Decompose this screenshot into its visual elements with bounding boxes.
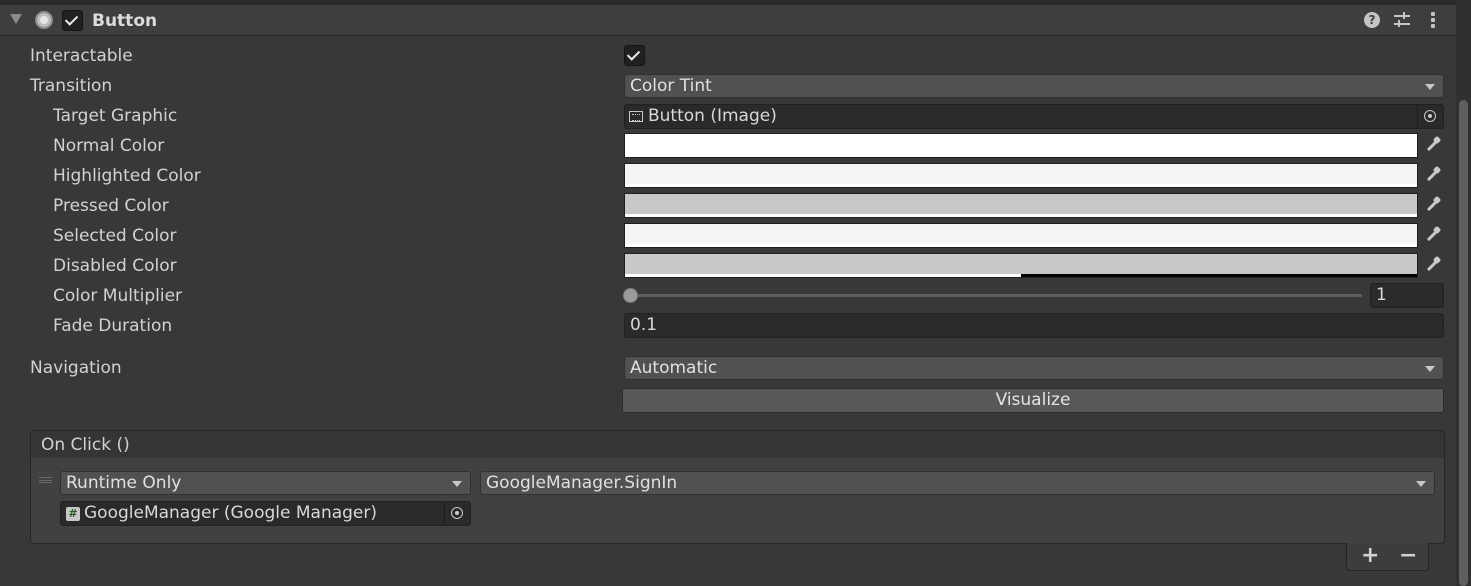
navigation-label: Navigation bbox=[30, 358, 122, 378]
event-target-value: GoogleManager (Google Manager) bbox=[84, 503, 378, 523]
component-header[interactable]: Button ? bbox=[0, 5, 1456, 36]
dropdown-arrow-icon bbox=[1416, 481, 1426, 487]
foldout-arrow-icon[interactable] bbox=[10, 14, 22, 24]
pressed-color-field[interactable] bbox=[624, 193, 1418, 218]
eyedropper-icon[interactable] bbox=[1420, 163, 1444, 188]
on-click-event-header: On Click () bbox=[30, 430, 1445, 459]
eyedropper-icon[interactable] bbox=[1420, 253, 1444, 278]
remove-event-button[interactable]: − bbox=[1399, 543, 1417, 569]
add-event-button[interactable]: + bbox=[1361, 543, 1379, 569]
on-click-title: On Click () bbox=[41, 435, 130, 455]
eyedropper-icon[interactable] bbox=[1420, 193, 1444, 218]
checkmark-icon bbox=[64, 12, 79, 26]
component-title: Button bbox=[92, 11, 158, 31]
alpha-bar bbox=[625, 214, 1417, 217]
event-target-object-field[interactable]: # GoogleManager (Google Manager) bbox=[60, 501, 471, 526]
target-graphic-value: Button (Image) bbox=[648, 106, 777, 126]
interactable-checkbox[interactable] bbox=[624, 45, 645, 66]
color-multiplier-label: Color Multiplier bbox=[53, 286, 183, 306]
navigation-dropdown[interactable]: Automatic bbox=[624, 356, 1444, 380]
visualize-button[interactable]: Visualize bbox=[622, 388, 1444, 413]
color-multiplier-slider-thumb[interactable] bbox=[623, 288, 638, 303]
dropdown-arrow-icon bbox=[1425, 84, 1435, 90]
button-component-icon bbox=[35, 11, 53, 29]
disabled-color-label: Disabled Color bbox=[53, 256, 177, 276]
fade-duration-input[interactable]: 0.1 bbox=[624, 313, 1444, 338]
normal-color-field[interactable] bbox=[624, 133, 1418, 158]
highlighted-color-field[interactable] bbox=[624, 163, 1418, 188]
event-list-footer: + − bbox=[1346, 543, 1429, 571]
color-multiplier-input[interactable]: 1 bbox=[1370, 283, 1444, 308]
alpha-bar bbox=[625, 184, 1417, 187]
target-graphic-field[interactable]: Button (Image) bbox=[624, 104, 1444, 129]
drag-handle-icon[interactable] bbox=[39, 477, 52, 483]
transition-value: Color Tint bbox=[630, 76, 712, 96]
alpha-bar bbox=[625, 154, 1417, 157]
fade-duration-label: Fade Duration bbox=[53, 316, 173, 336]
function-value: GoogleManager.SignIn bbox=[486, 473, 678, 493]
color-multiplier-slider-track[interactable] bbox=[630, 294, 1362, 297]
interactable-label: Interactable bbox=[30, 46, 133, 66]
selected-color-field[interactable] bbox=[624, 223, 1418, 248]
object-picker-icon[interactable] bbox=[444, 502, 470, 525]
alpha-bar bbox=[625, 244, 1417, 247]
call-state-value: Runtime Only bbox=[66, 473, 182, 493]
checkmark-icon bbox=[626, 47, 641, 61]
disabled-color-field[interactable] bbox=[624, 253, 1418, 278]
transition-label: Transition bbox=[30, 76, 113, 96]
dropdown-arrow-icon bbox=[452, 481, 462, 487]
vertical-scrollbar[interactable] bbox=[1456, 0, 1471, 586]
kebab-menu-icon[interactable] bbox=[1431, 12, 1435, 29]
navigation-value: Automatic bbox=[630, 358, 718, 378]
highlighted-color-label: Highlighted Color bbox=[53, 166, 201, 186]
function-dropdown[interactable]: GoogleManager.SignIn bbox=[480, 471, 1435, 495]
image-icon bbox=[629, 111, 643, 122]
object-picker-icon[interactable] bbox=[1417, 105, 1443, 128]
eyedropper-icon[interactable] bbox=[1420, 133, 1444, 158]
normal-color-label: Normal Color bbox=[53, 136, 165, 156]
eyedropper-icon[interactable] bbox=[1420, 223, 1444, 248]
script-icon: # bbox=[66, 507, 80, 521]
scrollbar-thumb[interactable] bbox=[1459, 100, 1468, 586]
pressed-color-label: Pressed Color bbox=[53, 196, 169, 216]
target-graphic-label: Target Graphic bbox=[53, 106, 178, 126]
selected-color-label: Selected Color bbox=[53, 226, 177, 246]
transition-dropdown[interactable]: Color Tint bbox=[624, 74, 1444, 98]
component-enabled-checkbox[interactable] bbox=[62, 10, 83, 31]
presets-icon[interactable] bbox=[1394, 12, 1410, 28]
help-icon[interactable]: ? bbox=[1364, 12, 1380, 28]
call-state-dropdown[interactable]: Runtime Only bbox=[60, 471, 471, 495]
dropdown-arrow-icon bbox=[1425, 366, 1435, 372]
alpha-bar bbox=[625, 274, 1021, 277]
